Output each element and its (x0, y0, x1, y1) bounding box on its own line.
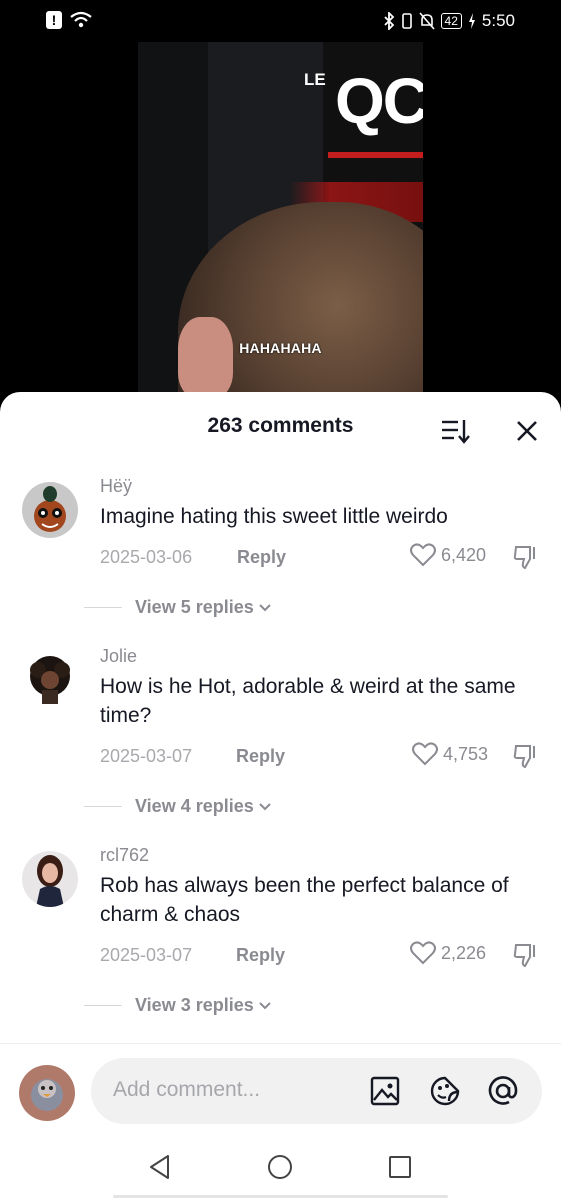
thumbs-down-icon[interactable] (512, 543, 540, 571)
reply-button[interactable]: Reply (237, 547, 286, 568)
heart-icon (410, 941, 436, 965)
bluetooth-icon (383, 12, 394, 30)
video-player[interactable]: LE QC HAHAHAHA (138, 42, 423, 402)
bell-off-icon (418, 12, 435, 30)
view-replies-button[interactable]: View 4 replies (84, 796, 272, 817)
home-circle-icon[interactable] (266, 1153, 294, 1181)
heart-icon (410, 543, 436, 567)
comment-input-placeholder: Add comment... (113, 1078, 261, 1101)
status-time: 5:50 (481, 11, 515, 30)
sign-red-line (328, 152, 423, 158)
status-bar: ! 42 5:50 (0, 0, 561, 42)
view-replies-button[interactable]: View 5 replies (84, 597, 272, 618)
alert-icon: ! (46, 11, 62, 29)
avatar[interactable] (22, 482, 78, 538)
thumbs-down-icon[interactable] (512, 742, 540, 770)
video-caption: HAHAHAHA (239, 340, 322, 356)
comments-count-title: 263 comments (207, 414, 354, 437)
close-icon[interactable] (514, 418, 540, 444)
wifi-icon (70, 11, 92, 28)
like-count: 6,420 (441, 544, 487, 565)
comment-date: 2025-03-06 (100, 547, 193, 567)
comment-username[interactable]: rcl762 (100, 845, 149, 866)
like-count: 4,753 (443, 743, 489, 764)
sign-text-small: LE (304, 70, 326, 89)
heart-icon (412, 742, 438, 766)
my-avatar[interactable] (19, 1065, 75, 1121)
thumbs-down-icon[interactable] (512, 941, 540, 969)
person-ear (178, 317, 233, 397)
like-button[interactable]: 2,226 (410, 941, 486, 965)
status-right: 42 5:50 (383, 11, 515, 31)
recents-square-icon[interactable] (386, 1153, 414, 1181)
sort-icon[interactable] (440, 417, 470, 445)
replies-divider (84, 607, 122, 608)
like-count: 2,226 (441, 942, 487, 963)
comment-date: 2025-03-07 (100, 746, 193, 766)
back-triangle-icon[interactable] (146, 1153, 174, 1181)
comment-input[interactable]: Add comment... (91, 1058, 542, 1124)
view-replies-button[interactable]: View 3 replies (84, 995, 272, 1016)
like-button[interactable]: 4,753 (412, 742, 488, 766)
chevron-down-icon (259, 603, 271, 611)
comment-text: How is he Hot, adorable & weird at the s… (100, 675, 516, 727)
home-indicator (113, 1195, 448, 1198)
image-icon[interactable] (369, 1075, 401, 1107)
at-mention-icon[interactable] (487, 1075, 519, 1107)
replies-divider (84, 806, 122, 807)
comment-text: Imagine hating this sweet little weirdo (100, 505, 448, 528)
charging-icon (468, 13, 475, 29)
comment-input-bar: Add comment... (0, 1043, 561, 1135)
view-replies-label: View 4 replies (135, 796, 254, 816)
avatar[interactable] (22, 851, 78, 907)
like-button[interactable]: 6,420 (410, 543, 486, 567)
view-replies-label: View 3 replies (135, 995, 254, 1015)
comment-item: Jolie How is he Hot, adorable & weird at… (0, 644, 561, 817)
emoji-icon[interactable] (429, 1075, 461, 1107)
replies-divider (84, 1005, 122, 1006)
comment-text: Rob has always been the perfect balance … (100, 874, 509, 926)
system-nav-bar (0, 1135, 561, 1200)
battery-level: 42 (440, 13, 462, 29)
comment-item: rcl762 Rob has always been the perfect b… (0, 843, 561, 1016)
avatar[interactable] (22, 652, 78, 708)
reply-button[interactable]: Reply (236, 945, 285, 966)
comment-username[interactable]: Jolie (100, 646, 137, 667)
chevron-down-icon (259, 1001, 271, 1009)
comment-date: 2025-03-07 (100, 945, 193, 965)
sign-text-large: QC (335, 65, 423, 137)
comment-username[interactable]: Hëÿ (100, 476, 132, 497)
view-replies-label: View 5 replies (135, 597, 254, 617)
comment-item: Hëÿ Imagine hating this sweet little wei… (0, 474, 561, 624)
vibrate-icon (401, 13, 412, 29)
reply-button[interactable]: Reply (236, 746, 285, 767)
chevron-down-icon (259, 802, 271, 810)
status-left: ! (46, 11, 92, 29)
comments-header: 263 comments (0, 392, 561, 460)
